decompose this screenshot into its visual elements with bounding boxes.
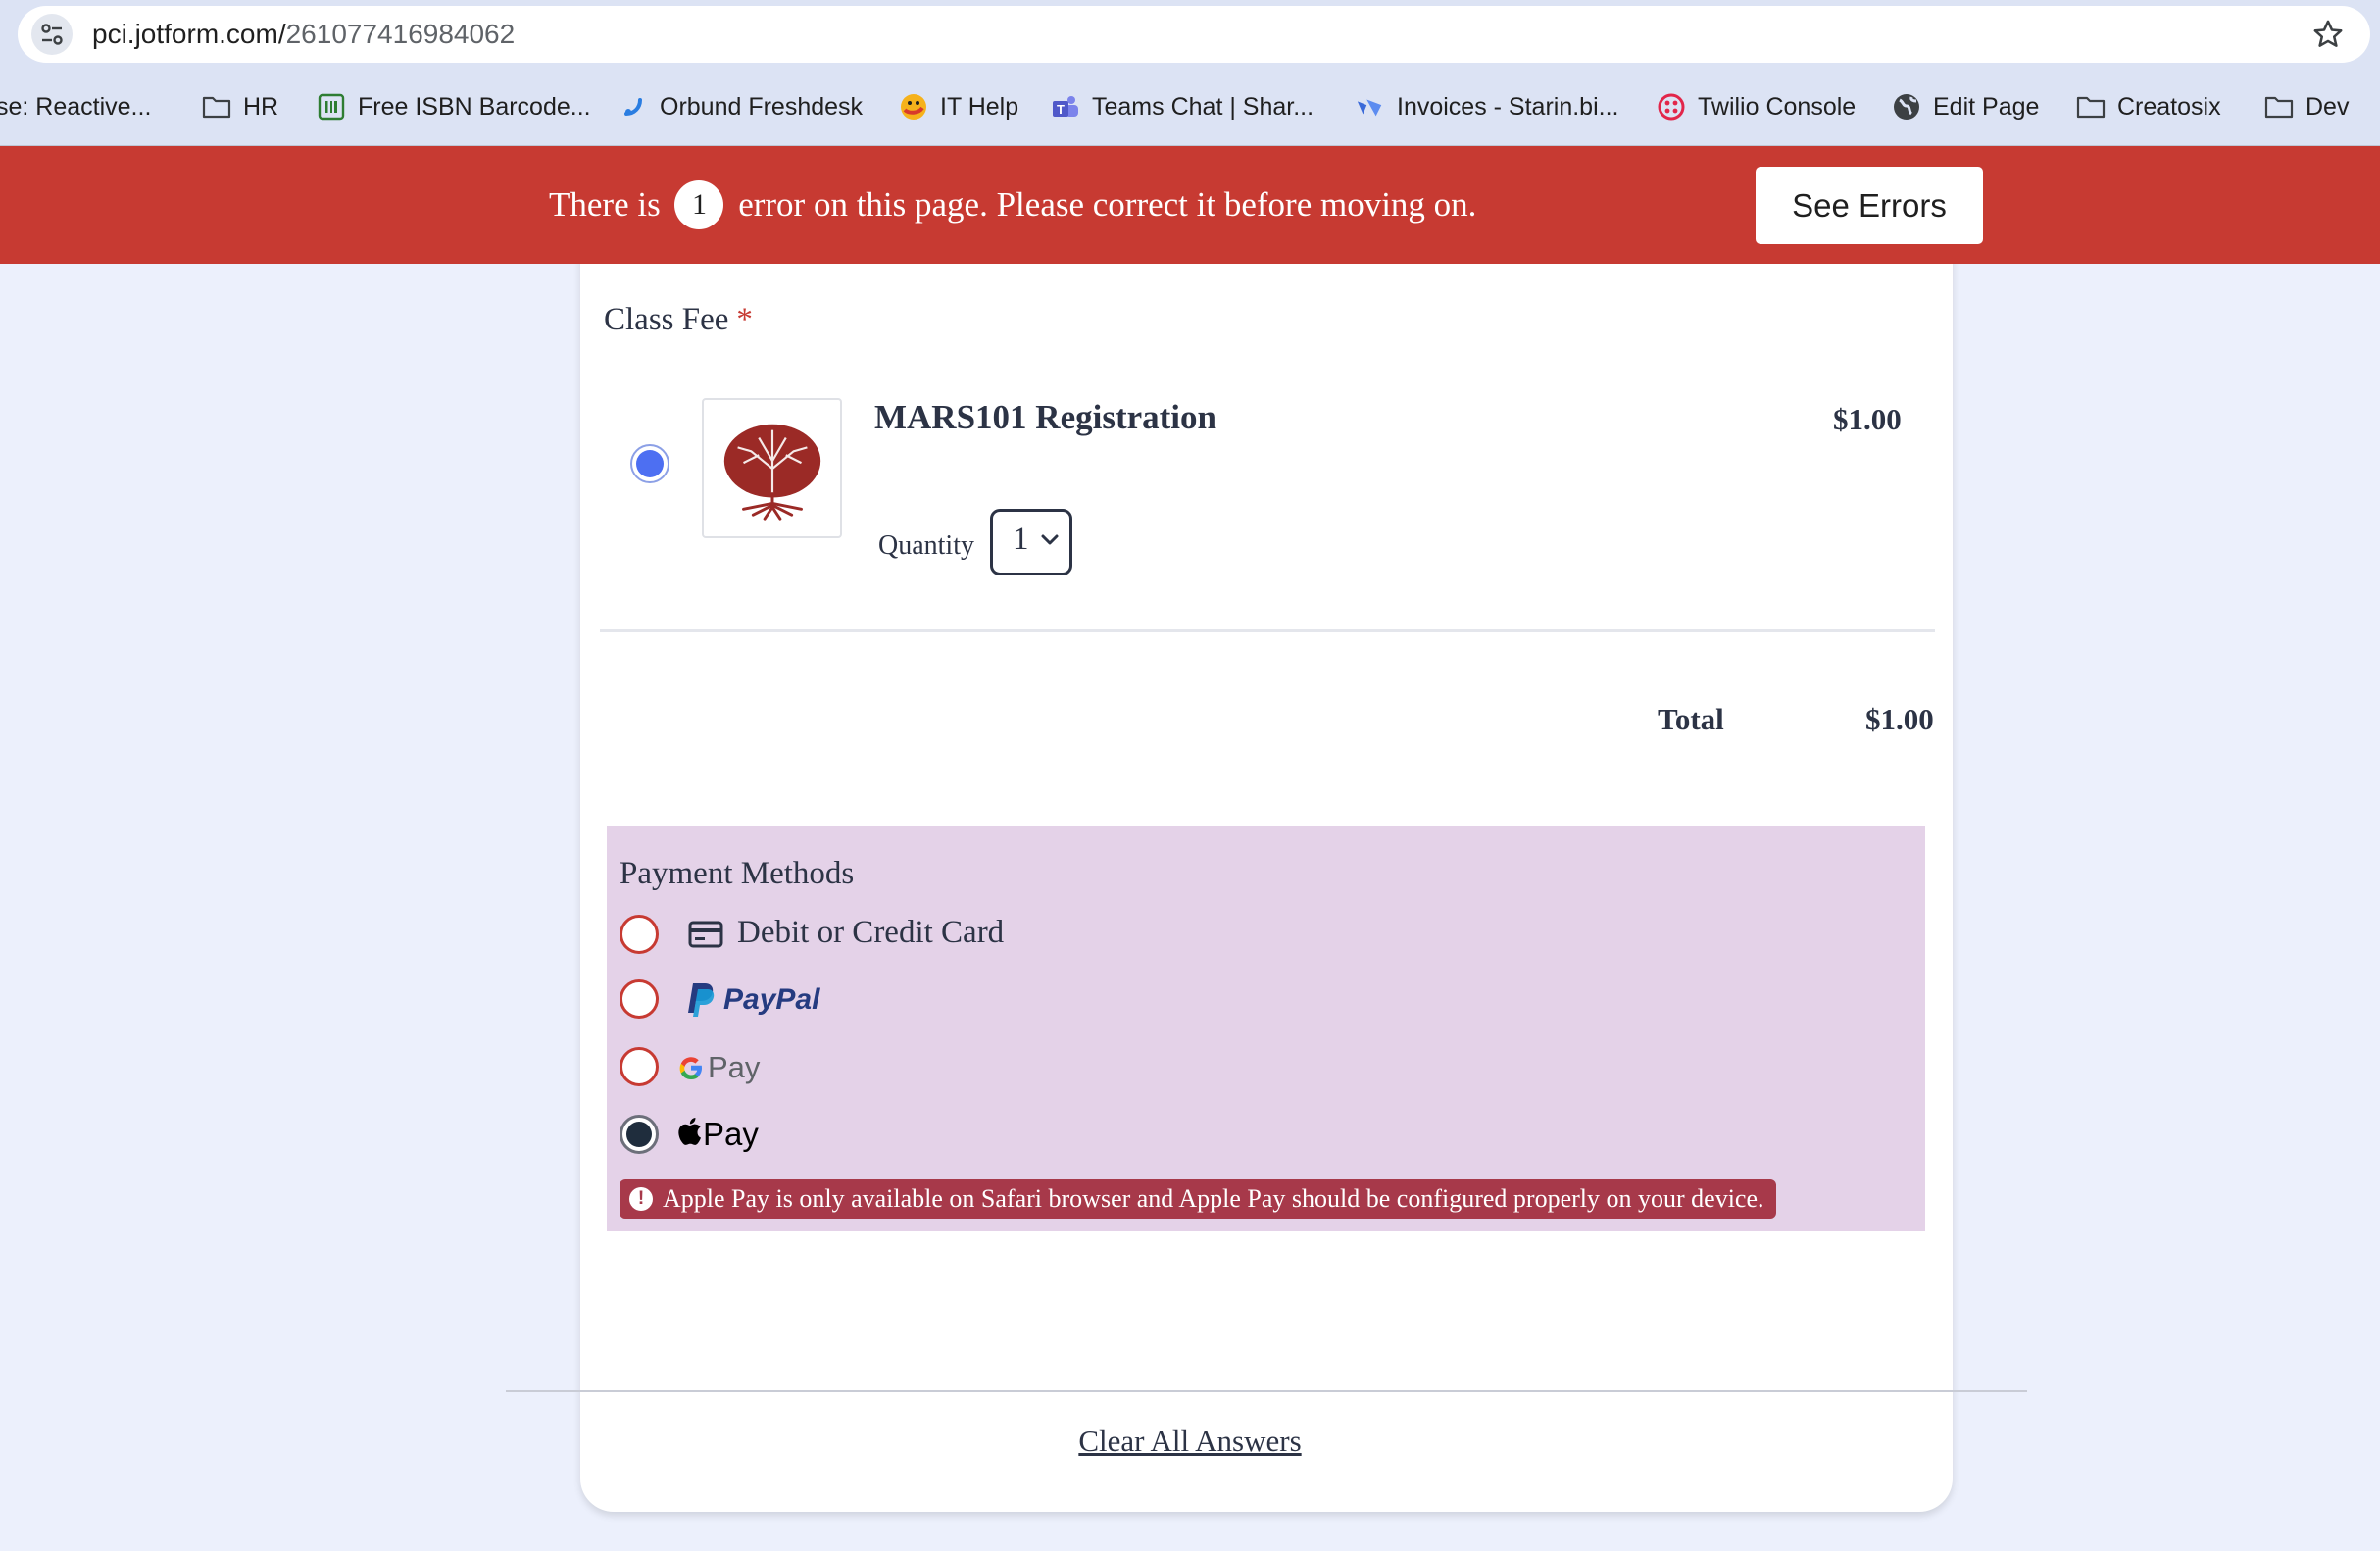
quantity-label: Quantity xyxy=(878,530,974,561)
quantity-value: 1 xyxy=(1013,522,1029,557)
class-fee-text: Class Fee xyxy=(604,302,729,337)
bookmark-star-icon[interactable] xyxy=(2311,18,2345,51)
url-box[interactable]: pci.jotform.com/261077416984062 xyxy=(18,6,2370,63)
bookmark-creatosix[interactable]: Creatosix xyxy=(2076,69,2221,145)
error-banner-message: There is 1 error on this page. Please co… xyxy=(549,146,1476,264)
payment-radio-card[interactable] xyxy=(620,915,659,954)
payment-radio-google-pay[interactable] xyxy=(620,1047,659,1086)
required-asterisk: * xyxy=(736,302,753,337)
product-image xyxy=(702,398,842,538)
total-label: Total xyxy=(1658,702,1724,736)
teams-icon: T xyxy=(1051,92,1080,122)
bookmark-reactive[interactable]: se: Reactive... xyxy=(0,69,151,145)
payment-label-paypal: PayPal xyxy=(723,983,819,1017)
apple-logo-icon xyxy=(678,1118,701,1145)
chevron-down-icon xyxy=(1041,534,1059,545)
folder-icon xyxy=(2076,92,2106,122)
freshdesk-icon xyxy=(619,92,648,122)
bookmark-edit-page[interactable]: Edit Page xyxy=(1892,69,2039,145)
error-suffix: error on this page. Please correct it be… xyxy=(738,185,1477,224)
payment-label-apple-pay: Pay xyxy=(703,1116,759,1152)
payment-label-card: Debit or Credit Card xyxy=(737,915,1005,950)
credit-card-icon xyxy=(688,921,723,948)
error-prefix: There is xyxy=(549,185,661,224)
alert-icon: ! xyxy=(629,1187,653,1211)
bookmark-label: Edit Page xyxy=(1933,92,2040,121)
payment-label-google-pay: Pay xyxy=(708,1050,761,1084)
paypal-icon xyxy=(688,983,715,1017)
tree-logo-icon xyxy=(723,424,820,521)
class-fee-label: Class Fee * xyxy=(604,302,753,338)
url-host: pci.jotform.com/ xyxy=(92,19,286,49)
twilio-icon xyxy=(1657,92,1686,122)
bookmark-label: Invoices - Starin.bi... xyxy=(1397,92,1619,121)
bookmark-label: Orbund Freshdesk xyxy=(660,92,864,121)
payment-radio-apple-pay[interactable] xyxy=(620,1115,659,1154)
url-path: 261077416984062 xyxy=(285,19,516,49)
site-info-icon[interactable] xyxy=(31,14,73,55)
bookmark-it-help[interactable]: IT Help xyxy=(899,69,1018,145)
error-count-badge: 1 xyxy=(674,179,724,229)
bookmark-label: Twilio Console xyxy=(1698,92,1857,121)
bookmark-label: IT Help xyxy=(940,92,1019,121)
product-radio[interactable] xyxy=(630,444,669,483)
clear-all-answers-row: Clear All Answers xyxy=(0,1424,2380,1459)
bookmark-teams[interactable]: T Teams Chat | Shar... xyxy=(1051,69,1314,145)
globe-icon xyxy=(1892,92,1921,122)
svg-text:T: T xyxy=(1057,102,1065,117)
bookmark-label: se: Reactive... xyxy=(0,92,152,121)
invoices-icon xyxy=(1356,92,1385,122)
clear-all-answers-link[interactable]: Clear All Answers xyxy=(1078,1424,1301,1458)
url-text[interactable]: pci.jotform.com/261077416984062 xyxy=(92,6,515,63)
see-errors-button[interactable]: See Errors xyxy=(1756,167,1983,244)
divider xyxy=(506,1390,2027,1392)
apple-pay-error-text: Apple Pay is only available on Safari br… xyxy=(663,1184,1764,1213)
it-help-icon xyxy=(899,92,928,122)
payment-radio-paypal[interactable] xyxy=(620,979,659,1019)
bookmark-freshdesk[interactable]: Orbund Freshdesk xyxy=(619,69,863,145)
bookmark-isbn[interactable]: Free ISBN Barcode... xyxy=(317,69,591,145)
apple-pay-error-message: ! Apple Pay is only available on Safari … xyxy=(620,1179,1776,1219)
bookmark-twilio[interactable]: Twilio Console xyxy=(1657,69,1856,145)
bookmark-dev[interactable]: Dev xyxy=(2264,69,2349,145)
divider xyxy=(600,629,1935,632)
address-bar: pci.jotform.com/261077416984062 xyxy=(0,0,2380,69)
error-banner: There is 1 error on this page. Please co… xyxy=(0,146,2380,264)
payment-methods-title: Payment Methods xyxy=(620,856,855,891)
total-value: $1.00 xyxy=(1865,702,1934,736)
bookmark-label: Free ISBN Barcode... xyxy=(358,92,591,121)
folder-icon xyxy=(2264,92,2294,122)
paypal-wordmark: PayPal xyxy=(723,983,820,1016)
google-g-icon xyxy=(679,1057,702,1079)
bookmark-label: Creatosix xyxy=(2117,92,2221,121)
bookmark-invoices[interactable]: Invoices - Starin.bi... xyxy=(1356,69,1618,145)
product-price: $1.00 xyxy=(1833,402,1902,436)
bookmark-hr[interactable]: HR xyxy=(202,69,278,145)
bookmarks-bar: se: Reactive... HR Free ISBN Barcode... … xyxy=(0,69,2380,146)
bookmark-label: Teams Chat | Shar... xyxy=(1092,92,1314,121)
bookmark-label: HR xyxy=(243,92,279,121)
quantity-select[interactable]: 1 xyxy=(990,509,1072,575)
folder-icon xyxy=(202,92,231,122)
product-name: MARS101 Registration xyxy=(874,398,1216,436)
bookmark-label: Dev xyxy=(2306,92,2350,121)
barcode-icon xyxy=(317,92,346,122)
